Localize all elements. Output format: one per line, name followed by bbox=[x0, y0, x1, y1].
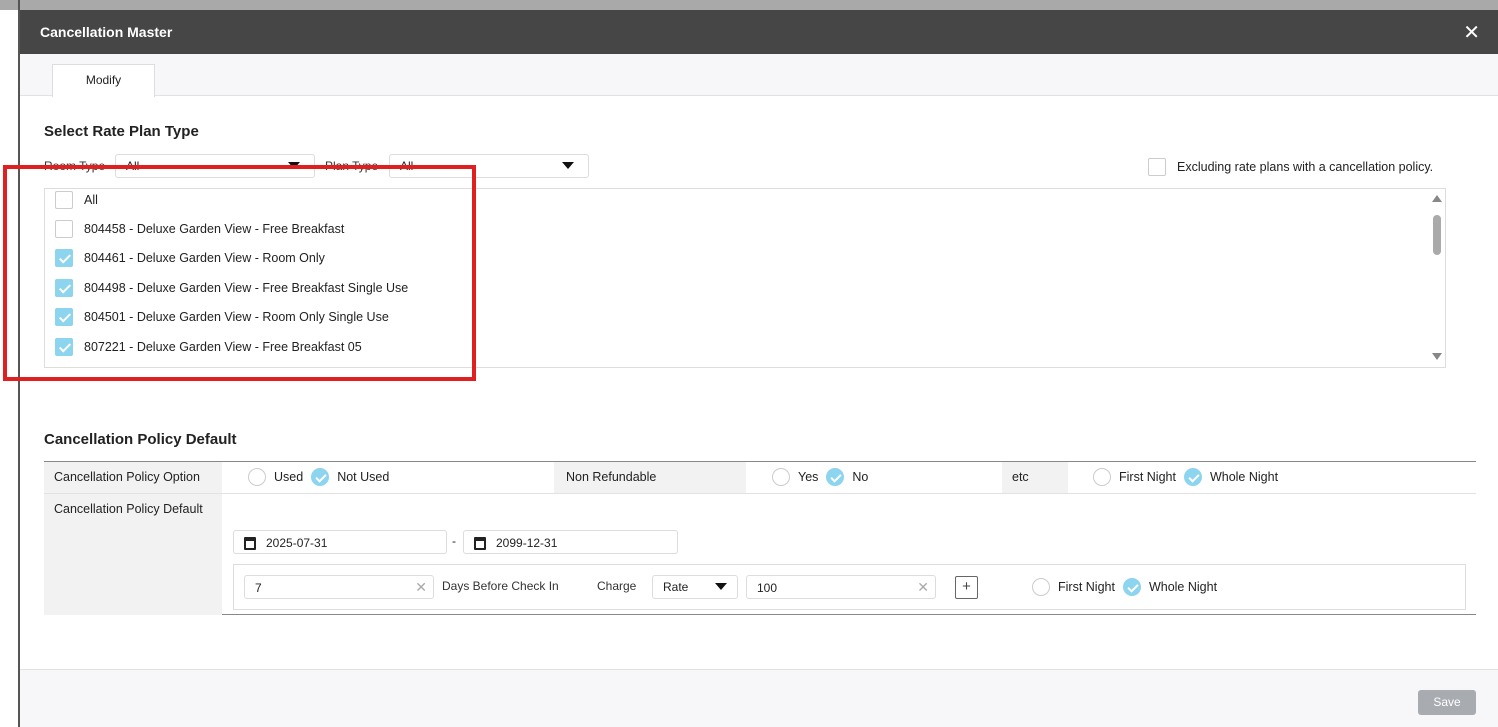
calendar-icon bbox=[244, 537, 256, 551]
first-night-label: First Night bbox=[1119, 470, 1176, 484]
whole-night-radio[interactable] bbox=[1183, 468, 1202, 486]
start-date-input[interactable]: 2025-07-31 bbox=[233, 530, 447, 554]
dropdown-arrow-icon bbox=[562, 162, 574, 169]
not-used-radio[interactable] bbox=[311, 468, 330, 486]
save-button[interactable]: Save bbox=[1418, 690, 1476, 715]
background-strip bbox=[0, 0, 1498, 10]
default-label: Cancellation Policy Default bbox=[44, 494, 222, 615]
dialog-header: Cancellation Master bbox=[20, 10, 1498, 54]
first-night-radio[interactable] bbox=[1093, 468, 1111, 486]
days-value: 7 bbox=[255, 581, 262, 595]
date-separator: - bbox=[452, 534, 456, 548]
clear-icon[interactable]: ✕ bbox=[415, 579, 427, 596]
dropdown-arrow-icon bbox=[715, 583, 727, 590]
policy-heading: Cancellation Policy Default bbox=[44, 431, 237, 448]
dialog-title: Cancellation Master bbox=[40, 24, 173, 40]
days-label: Days Before Check In bbox=[442, 579, 559, 593]
charge-type-value: Rate bbox=[663, 580, 689, 594]
used-label: Used bbox=[274, 470, 304, 484]
dialog-footer: Save bbox=[20, 669, 1498, 727]
tab-modify[interactable]: Modify bbox=[52, 64, 155, 97]
calendar-icon bbox=[474, 537, 486, 551]
end-date-input[interactable]: 2099-12-31 bbox=[463, 530, 678, 554]
scroll-thumb[interactable] bbox=[1433, 215, 1441, 255]
rate-plan-heading: Select Rate Plan Type bbox=[44, 123, 199, 140]
used-radio[interactable] bbox=[248, 468, 266, 486]
rule-whole-night-label: Whole Night bbox=[1148, 580, 1218, 594]
days-input[interactable]: 7 ✕ bbox=[244, 575, 434, 599]
charge-type-select[interactable]: Rate bbox=[652, 575, 738, 599]
no-radio[interactable] bbox=[826, 468, 845, 486]
rule-whole-night-radio[interactable] bbox=[1122, 578, 1141, 596]
scroll-up-icon[interactable] bbox=[1432, 195, 1442, 202]
tab-bar: Modify bbox=[20, 54, 1498, 97]
policy-rule-row: 7 ✕ Days Before Check In Charge Rate 100 ✕… bbox=[233, 564, 1466, 610]
highlight-box bbox=[3, 165, 476, 381]
scrollbar[interactable] bbox=[1431, 193, 1443, 363]
non-refundable-label: Non Refundable bbox=[554, 462, 746, 493]
etc-label: etc bbox=[1002, 462, 1068, 493]
yes-label: Yes bbox=[798, 470, 819, 484]
not-used-label: Not Used bbox=[337, 470, 390, 484]
whole-night-label: Whole Night bbox=[1209, 470, 1279, 484]
charge-label: Charge bbox=[597, 579, 637, 593]
no-label: No bbox=[852, 470, 869, 484]
rule-first-night-radio[interactable] bbox=[1032, 578, 1050, 596]
add-rule-button[interactable]: + bbox=[955, 576, 978, 599]
exclude-label: Excluding rate plans with a cancellation… bbox=[1177, 160, 1434, 174]
policy-table: Cancellation Policy Option Used Not Used … bbox=[44, 461, 1476, 615]
close-icon[interactable]: ✕ bbox=[1463, 20, 1480, 45]
exclude-checkbox[interactable] bbox=[1148, 158, 1166, 176]
end-date-value: 2099-12-31 bbox=[496, 536, 558, 550]
yes-radio[interactable] bbox=[772, 468, 790, 486]
charge-value: 100 bbox=[757, 581, 778, 595]
rule-first-night-label: First Night bbox=[1058, 580, 1115, 594]
scroll-down-icon[interactable] bbox=[1432, 353, 1442, 360]
charge-value-input[interactable]: 100 ✕ bbox=[746, 575, 936, 599]
row-divider bbox=[44, 493, 1476, 494]
start-date-value: 2025-07-31 bbox=[266, 536, 328, 550]
option-label: Cancellation Policy Option bbox=[44, 462, 222, 493]
clear-icon[interactable]: ✕ bbox=[917, 579, 929, 596]
